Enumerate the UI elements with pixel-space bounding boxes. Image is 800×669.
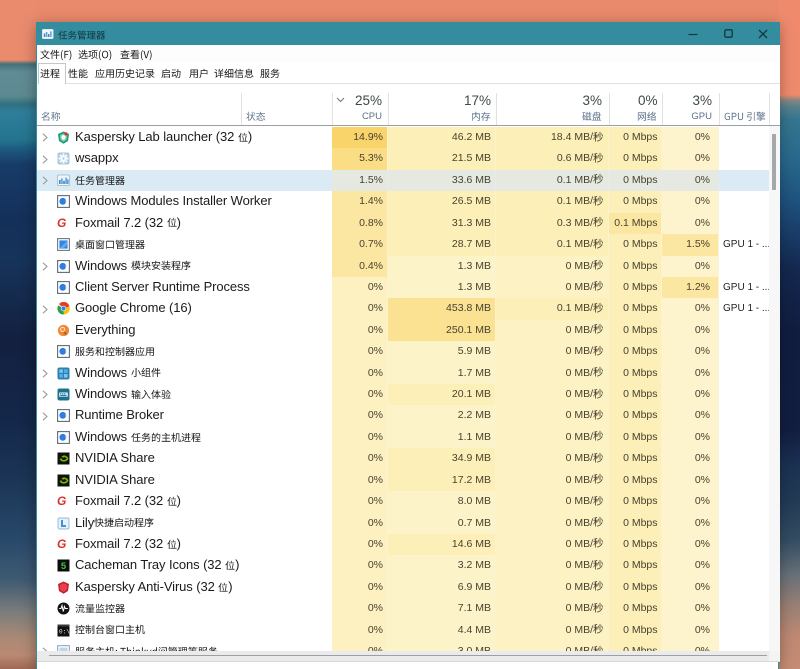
svg-text:0:\: 0:\: [59, 628, 70, 635]
svg-text:5: 5: [61, 561, 67, 572]
